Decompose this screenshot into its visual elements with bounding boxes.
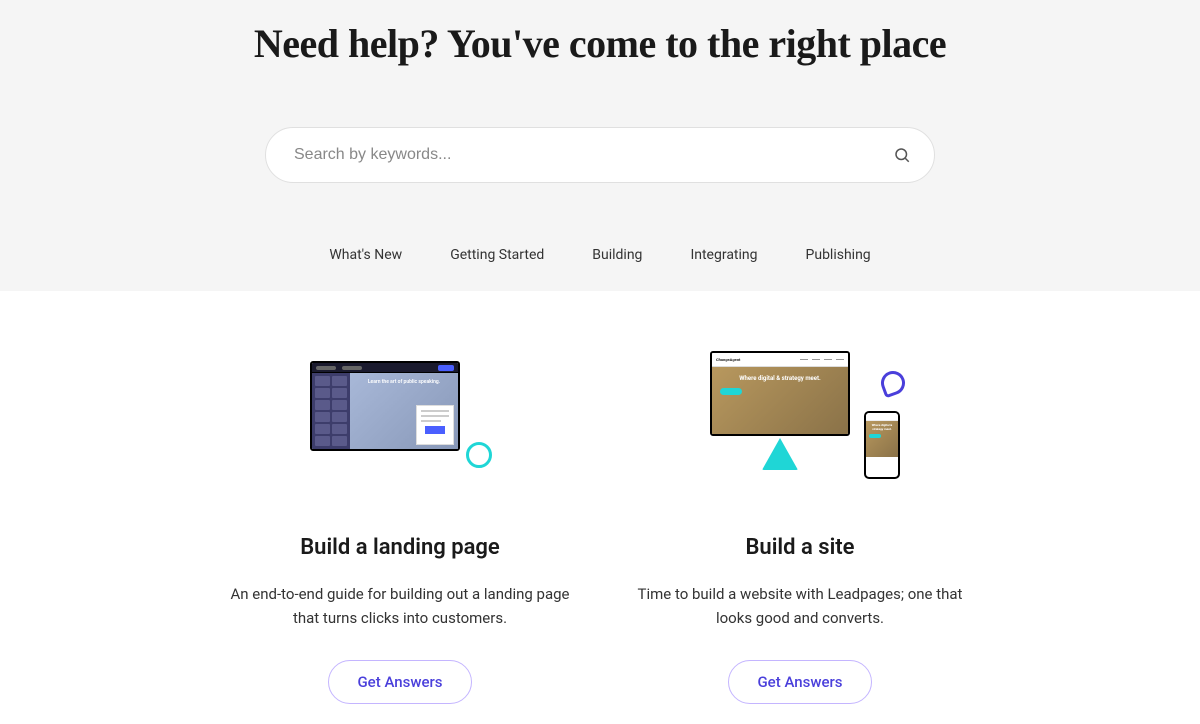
nav-tabs: What's New Getting Started Building Inte… bbox=[0, 183, 1200, 291]
nav-tab-whats-new[interactable]: What's New bbox=[329, 247, 402, 263]
nav-tab-building[interactable]: Building bbox=[592, 247, 642, 263]
leaf-accent-icon bbox=[878, 368, 909, 399]
illus-headline: Learn the art of public speaking. bbox=[356, 379, 452, 385]
nav-tab-getting-started[interactable]: Getting Started bbox=[450, 247, 544, 263]
card-title: Build a site bbox=[620, 535, 980, 560]
illus-headline: Where digital & strategy meet. bbox=[720, 375, 840, 382]
card-title: Build a landing page bbox=[220, 535, 580, 560]
card-illustration-site: ChangeAgent Where digital & strategy mee… bbox=[620, 351, 980, 481]
nav-tab-publishing[interactable]: Publishing bbox=[806, 247, 871, 263]
nav-tab-integrating[interactable]: Integrating bbox=[690, 247, 757, 263]
search-container bbox=[265, 127, 935, 183]
search-input[interactable] bbox=[265, 127, 935, 183]
card-build-site: ChangeAgent Where digital & strategy mee… bbox=[620, 351, 980, 704]
page-title: Need help? You've come to the right plac… bbox=[0, 20, 1200, 67]
card-landing-page: Learn the art of public speaking. Build … bbox=[220, 351, 580, 704]
card-description: Time to build a website with Leadpages; … bbox=[620, 582, 980, 630]
circle-accent-icon bbox=[466, 442, 492, 468]
illus-headline-mobile: Where digital & strategy meet. bbox=[869, 424, 895, 431]
hero-section: Need help? You've come to the right plac… bbox=[0, 0, 1200, 291]
cards-section: Learn the art of public speaking. Build … bbox=[100, 291, 1100, 724]
card-description: An end-to-end guide for building out a l… bbox=[220, 582, 580, 630]
card-illustration-landing-page: Learn the art of public speaking. bbox=[220, 351, 580, 481]
search-icon bbox=[893, 146, 911, 164]
illus-brand: ChangeAgent bbox=[716, 357, 740, 362]
